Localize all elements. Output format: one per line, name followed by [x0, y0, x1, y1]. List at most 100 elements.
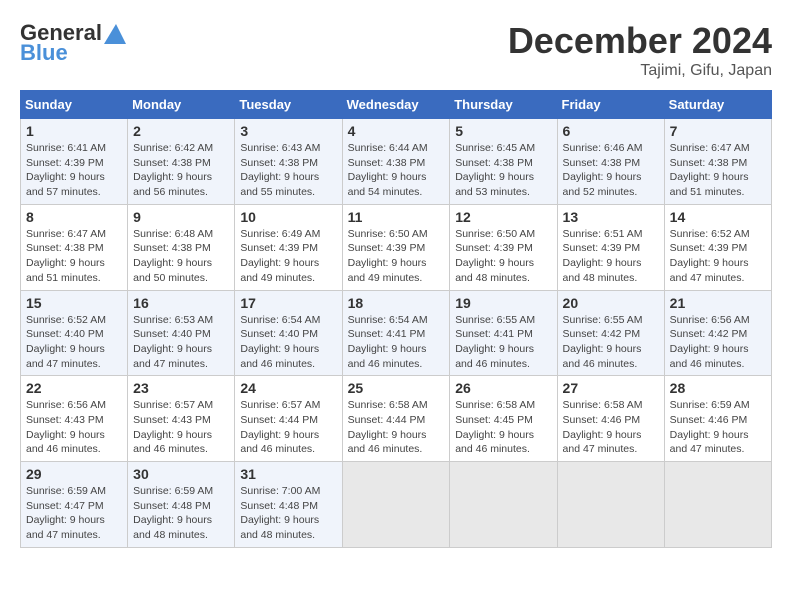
day-info: Sunrise: 6:46 AM Sunset: 4:38 PM Dayligh…	[563, 141, 659, 200]
day-info: Sunrise: 6:59 AM Sunset: 4:46 PM Dayligh…	[670, 398, 766, 457]
table-row: 13 Sunrise: 6:51 AM Sunset: 4:39 PM Dayl…	[557, 204, 664, 290]
day-info: Sunrise: 6:52 AM Sunset: 4:40 PM Dayligh…	[26, 313, 122, 372]
day-number: 19	[455, 295, 551, 311]
logo: General Blue	[20, 20, 126, 66]
table-row: 31 Sunrise: 7:00 AM Sunset: 4:48 PM Dayl…	[235, 462, 342, 548]
col-friday: Friday	[557, 91, 664, 119]
day-number: 18	[348, 295, 445, 311]
day-info: Sunrise: 6:50 AM Sunset: 4:39 PM Dayligh…	[348, 227, 445, 286]
day-number: 15	[26, 295, 122, 311]
day-number: 27	[563, 380, 659, 396]
day-number: 21	[670, 295, 766, 311]
day-info: Sunrise: 6:53 AM Sunset: 4:40 PM Dayligh…	[133, 313, 229, 372]
day-number: 20	[563, 295, 659, 311]
table-row	[664, 462, 771, 548]
table-row: 23 Sunrise: 6:57 AM Sunset: 4:43 PM Dayl…	[128, 376, 235, 462]
day-info: Sunrise: 6:49 AM Sunset: 4:39 PM Dayligh…	[240, 227, 336, 286]
day-info: Sunrise: 6:57 AM Sunset: 4:44 PM Dayligh…	[240, 398, 336, 457]
table-row: 27 Sunrise: 6:58 AM Sunset: 4:46 PM Dayl…	[557, 376, 664, 462]
day-info: Sunrise: 6:57 AM Sunset: 4:43 PM Dayligh…	[133, 398, 229, 457]
day-number: 16	[133, 295, 229, 311]
table-row: 28 Sunrise: 6:59 AM Sunset: 4:46 PM Dayl…	[664, 376, 771, 462]
table-row: 11 Sunrise: 6:50 AM Sunset: 4:39 PM Dayl…	[342, 204, 450, 290]
table-row: 7 Sunrise: 6:47 AM Sunset: 4:38 PM Dayli…	[664, 119, 771, 205]
table-row	[557, 462, 664, 548]
day-info: Sunrise: 6:50 AM Sunset: 4:39 PM Dayligh…	[455, 227, 551, 286]
day-number: 28	[670, 380, 766, 396]
day-number: 8	[26, 209, 122, 225]
day-info: Sunrise: 6:55 AM Sunset: 4:41 PM Dayligh…	[455, 313, 551, 372]
logo-icon	[104, 24, 126, 44]
day-number: 10	[240, 209, 336, 225]
page-header: General Blue December 2024 Tajimi, Gifu,…	[20, 20, 772, 80]
day-info: Sunrise: 6:56 AM Sunset: 4:42 PM Dayligh…	[670, 313, 766, 372]
calendar-row: 15 Sunrise: 6:52 AM Sunset: 4:40 PM Dayl…	[21, 290, 772, 376]
col-monday: Monday	[128, 91, 235, 119]
day-number: 26	[455, 380, 551, 396]
col-tuesday: Tuesday	[235, 91, 342, 119]
day-info: Sunrise: 6:56 AM Sunset: 4:43 PM Dayligh…	[26, 398, 122, 457]
table-row: 29 Sunrise: 6:59 AM Sunset: 4:47 PM Dayl…	[21, 462, 128, 548]
day-number: 14	[670, 209, 766, 225]
day-info: Sunrise: 6:58 AM Sunset: 4:46 PM Dayligh…	[563, 398, 659, 457]
day-info: Sunrise: 6:54 AM Sunset: 4:40 PM Dayligh…	[240, 313, 336, 372]
calendar-row: 8 Sunrise: 6:47 AM Sunset: 4:38 PM Dayli…	[21, 204, 772, 290]
calendar-table: Sunday Monday Tuesday Wednesday Thursday…	[20, 90, 772, 548]
day-number: 13	[563, 209, 659, 225]
day-info: Sunrise: 6:58 AM Sunset: 4:44 PM Dayligh…	[348, 398, 445, 457]
day-number: 23	[133, 380, 229, 396]
col-wednesday: Wednesday	[342, 91, 450, 119]
title-block: December 2024 Tajimi, Gifu, Japan	[508, 20, 772, 80]
day-info: Sunrise: 6:47 AM Sunset: 4:38 PM Dayligh…	[670, 141, 766, 200]
day-info: Sunrise: 6:48 AM Sunset: 4:38 PM Dayligh…	[133, 227, 229, 286]
day-info: Sunrise: 6:43 AM Sunset: 4:38 PM Dayligh…	[240, 141, 336, 200]
table-row: 1 Sunrise: 6:41 AM Sunset: 4:39 PM Dayli…	[21, 119, 128, 205]
day-info: Sunrise: 6:44 AM Sunset: 4:38 PM Dayligh…	[348, 141, 445, 200]
table-row: 17 Sunrise: 6:54 AM Sunset: 4:40 PM Dayl…	[235, 290, 342, 376]
col-sunday: Sunday	[21, 91, 128, 119]
day-number: 25	[348, 380, 445, 396]
day-number: 4	[348, 123, 445, 139]
table-row: 15 Sunrise: 6:52 AM Sunset: 4:40 PM Dayl…	[21, 290, 128, 376]
calendar-row: 1 Sunrise: 6:41 AM Sunset: 4:39 PM Dayli…	[21, 119, 772, 205]
calendar-row: 22 Sunrise: 6:56 AM Sunset: 4:43 PM Dayl…	[21, 376, 772, 462]
day-number: 7	[670, 123, 766, 139]
table-row: 9 Sunrise: 6:48 AM Sunset: 4:38 PM Dayli…	[128, 204, 235, 290]
month-title: December 2024	[508, 20, 772, 62]
table-row: 8 Sunrise: 6:47 AM Sunset: 4:38 PM Dayli…	[21, 204, 128, 290]
table-row: 24 Sunrise: 6:57 AM Sunset: 4:44 PM Dayl…	[235, 376, 342, 462]
calendar-header-row: Sunday Monday Tuesday Wednesday Thursday…	[21, 91, 772, 119]
table-row: 3 Sunrise: 6:43 AM Sunset: 4:38 PM Dayli…	[235, 119, 342, 205]
day-number: 31	[240, 466, 336, 482]
day-info: Sunrise: 6:58 AM Sunset: 4:45 PM Dayligh…	[455, 398, 551, 457]
logo-blue-text: Blue	[20, 40, 68, 66]
day-info: Sunrise: 6:41 AM Sunset: 4:39 PM Dayligh…	[26, 141, 122, 200]
table-row: 21 Sunrise: 6:56 AM Sunset: 4:42 PM Dayl…	[664, 290, 771, 376]
table-row: 5 Sunrise: 6:45 AM Sunset: 4:38 PM Dayli…	[450, 119, 557, 205]
day-number: 17	[240, 295, 336, 311]
col-saturday: Saturday	[664, 91, 771, 119]
table-row: 26 Sunrise: 6:58 AM Sunset: 4:45 PM Dayl…	[450, 376, 557, 462]
day-info: Sunrise: 6:54 AM Sunset: 4:41 PM Dayligh…	[348, 313, 445, 372]
table-row: 14 Sunrise: 6:52 AM Sunset: 4:39 PM Dayl…	[664, 204, 771, 290]
table-row: 30 Sunrise: 6:59 AM Sunset: 4:48 PM Dayl…	[128, 462, 235, 548]
day-number: 1	[26, 123, 122, 139]
day-number: 12	[455, 209, 551, 225]
location: Tajimi, Gifu, Japan	[508, 62, 772, 80]
day-number: 2	[133, 123, 229, 139]
table-row: 19 Sunrise: 6:55 AM Sunset: 4:41 PM Dayl…	[450, 290, 557, 376]
day-number: 6	[563, 123, 659, 139]
table-row: 25 Sunrise: 6:58 AM Sunset: 4:44 PM Dayl…	[342, 376, 450, 462]
table-row: 4 Sunrise: 6:44 AM Sunset: 4:38 PM Dayli…	[342, 119, 450, 205]
day-info: Sunrise: 6:52 AM Sunset: 4:39 PM Dayligh…	[670, 227, 766, 286]
day-number: 30	[133, 466, 229, 482]
day-info: Sunrise: 6:59 AM Sunset: 4:47 PM Dayligh…	[26, 484, 122, 543]
table-row	[450, 462, 557, 548]
day-info: Sunrise: 6:51 AM Sunset: 4:39 PM Dayligh…	[563, 227, 659, 286]
table-row: 2 Sunrise: 6:42 AM Sunset: 4:38 PM Dayli…	[128, 119, 235, 205]
table-row: 20 Sunrise: 6:55 AM Sunset: 4:42 PM Dayl…	[557, 290, 664, 376]
day-number: 5	[455, 123, 551, 139]
day-info: Sunrise: 6:59 AM Sunset: 4:48 PM Dayligh…	[133, 484, 229, 543]
col-thursday: Thursday	[450, 91, 557, 119]
day-info: Sunrise: 6:45 AM Sunset: 4:38 PM Dayligh…	[455, 141, 551, 200]
